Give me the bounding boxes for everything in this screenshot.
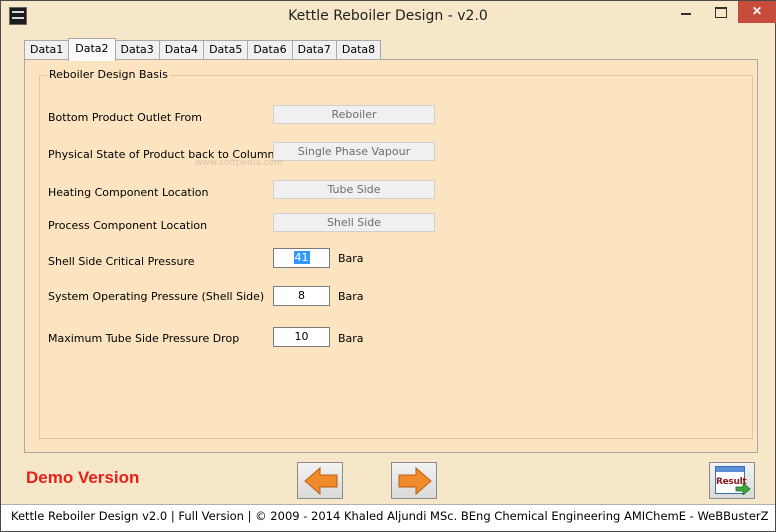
demo-version-label: Demo Version <box>26 468 140 487</box>
title-bar: Kettle Reboiler Design - v2.0 ✕ <box>1 1 776 32</box>
watermark: www.softpedia.com <box>195 158 283 168</box>
bottom-product-outlet-label: Bottom Product Outlet From <box>48 111 202 124</box>
close-icon: ✕ <box>751 4 763 18</box>
critical-pressure-label: Shell Side Critical Pressure <box>48 255 195 268</box>
operating-pressure-unit: Bara <box>338 290 364 303</box>
process-location-label: Process Component Location <box>48 219 208 232</box>
tube-pressure-drop-label: Maximum Tube Side Pressure Drop <box>48 332 240 345</box>
minimize-button[interactable] <box>669 1 703 23</box>
app-window: Kettle Reboiler Design - v2.0 ✕ Data1 Da… <box>0 0 776 532</box>
tab-panel-data2: Reboiler Design Basis Bottom Product Out… <box>24 59 758 453</box>
heating-location-label: Heating Component Location <box>48 186 209 199</box>
tube-pressure-drop-unit: Bara <box>338 332 364 345</box>
critical-pressure-unit: Bara <box>338 252 364 265</box>
bottom-product-outlet-field: Reboiler <box>273 105 435 124</box>
reboiler-design-basis-group: Reboiler Design Basis Bottom Product Out… <box>39 68 753 439</box>
operating-pressure-label: System Operating Pressure (Shell Side) <box>48 290 265 303</box>
result-button[interactable]: Result <box>709 462 755 499</box>
tab-data4[interactable]: Data4 <box>158 40 205 60</box>
tab-data7[interactable]: Data7 <box>291 40 337 60</box>
tab-data6[interactable]: Data6 <box>247 40 293 60</box>
green-arrow-icon <box>735 483 751 495</box>
critical-pressure-input[interactable]: 41 <box>273 248 330 268</box>
tab-data3[interactable]: Data3 <box>114 40 160 60</box>
tab-data1[interactable]: Data1 <box>24 40 70 60</box>
operating-pressure-input[interactable]: 8 <box>273 286 330 306</box>
previous-button[interactable] <box>297 462 343 499</box>
arrow-right-icon <box>398 466 432 496</box>
critical-pressure-value: 41 <box>293 251 310 264</box>
tab-data5[interactable]: Data5 <box>203 40 249 60</box>
close-button[interactable]: ✕ <box>738 1 776 23</box>
maximize-button[interactable] <box>703 1 737 23</box>
tab-strip: Data1 Data2 Data3 Data4 Data5 Data6 Data… <box>24 38 382 61</box>
tab-data8[interactable]: Data8 <box>335 40 382 60</box>
group-title: Reboiler Design Basis <box>47 68 170 81</box>
tube-pressure-drop-input[interactable]: 10 <box>273 327 330 347</box>
physical-state-field: Single Phase Vapour <box>273 142 435 161</box>
window-title: Kettle Reboiler Design - v2.0 <box>288 8 488 24</box>
arrow-left-icon <box>304 466 338 496</box>
process-location-field: Shell Side <box>273 213 435 232</box>
heating-location-field: Tube Side <box>273 180 435 199</box>
status-bar: Kettle Reboiler Design v2.0 | Full Versi… <box>1 504 775 531</box>
next-button[interactable] <box>391 462 437 499</box>
tab-data2[interactable]: Data2 <box>68 38 116 61</box>
